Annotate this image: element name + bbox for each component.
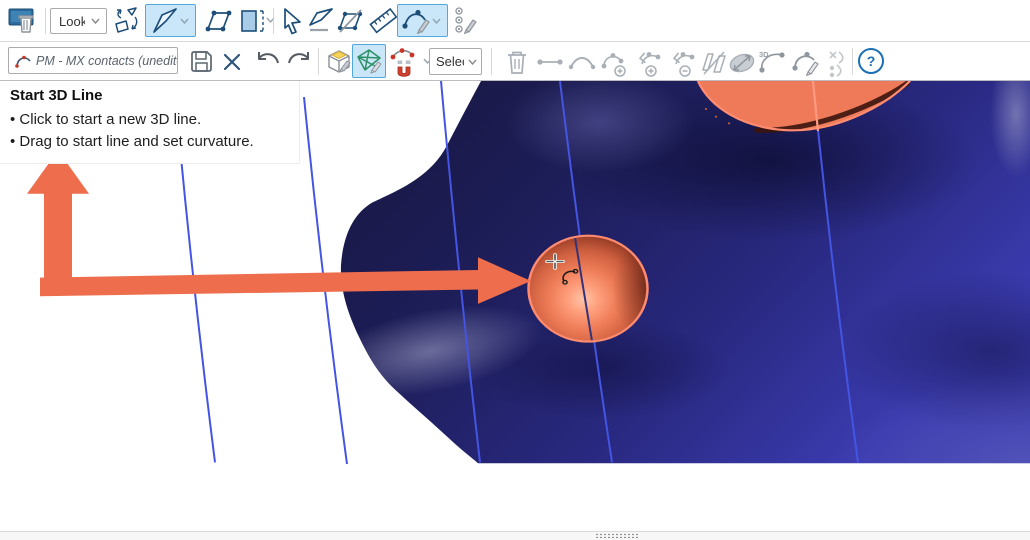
disc-rotate-icon (728, 49, 756, 77)
select-mode-value: Select (430, 54, 464, 69)
magnet-snap-button[interactable] (389, 46, 419, 78)
swap-sketch-edit-button[interactable] (112, 6, 143, 36)
segment-button-disabled[interactable] (535, 51, 565, 73)
curve-edit-button[interactable] (791, 47, 823, 79)
panel-grip-handle[interactable] (595, 533, 640, 538)
add-point-button-disabled[interactable] (599, 47, 631, 79)
polygon-slash-tool-icon (336, 7, 365, 36)
up-arrow-shaft (44, 192, 72, 282)
plane-slash-button-disabled[interactable] (700, 49, 728, 77)
undo-button[interactable] (252, 48, 282, 76)
redo-button[interactable] (284, 48, 314, 76)
tooltip-title: Start 3D Line (10, 87, 289, 104)
document-name-value: PM - MX contacts (unedite (32, 54, 177, 68)
arc-icon (568, 53, 596, 71)
cube-face-edit-icon (324, 47, 354, 77)
mesh-edit-icon (355, 47, 383, 75)
split-curve-button-disabled[interactable] (823, 47, 853, 79)
toolbar-separator (852, 48, 853, 75)
primary-toolbar: Look (0, 0, 1030, 42)
disc-rotate-button-disabled[interactable] (727, 48, 757, 78)
mesh-edit-button-selected[interactable] (352, 44, 386, 78)
swap-sketch-edit-icon (113, 7, 142, 36)
plane-slash-icon (701, 50, 727, 76)
toolbar-separator (273, 8, 274, 34)
curve-doc-icon (14, 53, 32, 69)
help-label: ? (867, 53, 876, 69)
curve-3d-button[interactable]: 3D (757, 47, 789, 79)
remove-point-icon (668, 48, 698, 78)
document-name-field[interactable]: PM - MX contacts (unedite (8, 47, 178, 74)
chevron-down-icon[interactable] (180, 18, 189, 24)
knife-tool-icon (307, 7, 335, 35)
toolbar-separator (491, 48, 492, 75)
bottom-panel-bar (0, 531, 1030, 540)
toolbar-separator (45, 8, 46, 34)
segment-icon (536, 55, 564, 69)
curve-edit-icon (792, 48, 822, 78)
delete-point-button-disabled[interactable] (503, 48, 531, 76)
select-cursor-button[interactable] (279, 6, 307, 36)
arc-button-disabled[interactable] (567, 50, 597, 74)
remove-point-button-disabled[interactable] (667, 47, 699, 79)
control-points-tool-icon (452, 6, 480, 36)
chevron-down-icon (91, 18, 100, 24)
clear-screen-icon (6, 6, 38, 36)
cube-face-edit-button[interactable] (323, 46, 355, 78)
fill-face-tool-button[interactable] (237, 6, 267, 36)
toolbar-separator (318, 48, 319, 75)
add-point-alt-button-disabled[interactable] (633, 47, 665, 79)
close-button[interactable] (219, 49, 245, 75)
select-cursor-icon (280, 7, 306, 35)
polygon-tool-button[interactable] (203, 6, 234, 36)
3d-viewport[interactable]: Start 3D Line • Click to start a new 3D … (0, 81, 1030, 531)
curve-tool-icon (402, 7, 432, 34)
guide-curve-1[interactable] (180, 147, 215, 462)
help-button[interactable]: ? (858, 48, 884, 74)
add-point-alt-icon (634, 48, 664, 78)
tooltip-bullet-2: • Drag to start line and set curvature. (10, 131, 289, 153)
save-button[interactable] (188, 48, 215, 75)
line-tool-button-selected[interactable] (145, 4, 196, 37)
line-tool-icon (150, 7, 180, 34)
curve-tool-button-selected[interactable] (397, 4, 448, 37)
subd-surface[interactable] (307, 81, 1030, 531)
save-icon (189, 49, 214, 74)
trash-icon (505, 49, 529, 75)
clear-screen-button[interactable] (4, 5, 40, 37)
polygon-slash-tool-button[interactable] (335, 6, 366, 36)
control-points-tool-button[interactable] (451, 5, 481, 37)
tooltip-bullet-1: • Click to start a new 3D line. (10, 109, 289, 131)
redo-icon (286, 50, 313, 74)
knife-tool-button[interactable] (306, 6, 336, 36)
fill-face-tool-icon (238, 7, 266, 35)
measure-ruler-icon (369, 7, 398, 36)
secondary-toolbar: PM - MX contacts (unedite (0, 42, 1030, 81)
polygon-tool-icon (204, 7, 233, 36)
measure-ruler-button[interactable] (368, 6, 399, 36)
undo-icon (254, 50, 281, 74)
close-icon (222, 52, 242, 72)
curve-3d-label: 3D (759, 50, 769, 59)
add-point-icon (600, 48, 630, 78)
chevron-down-icon (468, 59, 477, 65)
split-curve-icon (824, 48, 852, 78)
look-dropdown[interactable]: Look (50, 8, 107, 34)
chevron-down-icon[interactable] (432, 18, 441, 24)
magnet-snap-icon (390, 47, 418, 77)
select-mode-dropdown[interactable]: Select (429, 48, 482, 75)
tool-guide-tooltip: Start 3D Line • Click to start a new 3D … (0, 81, 300, 164)
look-dropdown-value: Look (51, 14, 85, 29)
